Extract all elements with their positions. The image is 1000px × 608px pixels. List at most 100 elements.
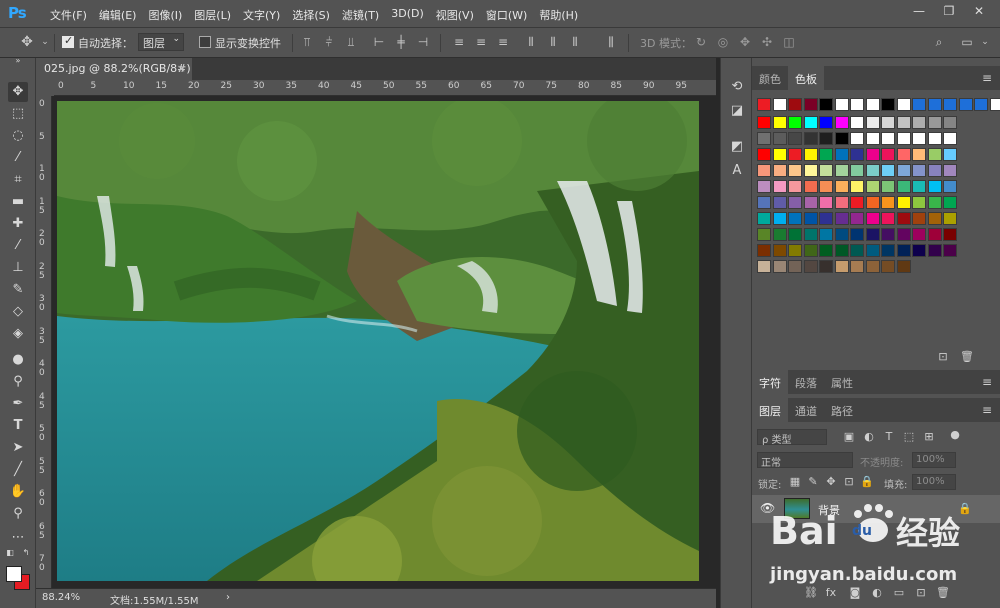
workspace-icon[interactable]: ▭ bbox=[960, 35, 974, 49]
color-swatch[interactable] bbox=[943, 196, 957, 209]
layer-row[interactable]: 👁 背景 🔒 bbox=[752, 495, 1000, 523]
ruler-origin[interactable] bbox=[36, 80, 54, 96]
color-swatch[interactable] bbox=[834, 196, 849, 209]
color-swatch[interactable] bbox=[757, 196, 771, 209]
color-swatch[interactable] bbox=[772, 196, 787, 209]
menu-help[interactable]: 帮助(H) bbox=[533, 7, 584, 23]
color-swatch[interactable] bbox=[865, 260, 880, 273]
color-swatch[interactable] bbox=[912, 228, 926, 241]
filter-shape-icon[interactable]: ⬚ bbox=[902, 430, 916, 444]
color-swatch[interactable] bbox=[850, 260, 864, 273]
auto-align-icon[interactable]: ⫼ bbox=[604, 35, 618, 49]
panel-menu-icon[interactable]: ≡ bbox=[982, 375, 992, 389]
color-swatch[interactable] bbox=[943, 98, 957, 111]
color-swatch[interactable] bbox=[850, 228, 864, 241]
menu-file[interactable]: 文件(F) bbox=[44, 7, 93, 23]
document-tab[interactable]: 025.jpg @ 88.2%(RGB/8#) × bbox=[36, 58, 192, 80]
link-layers-icon[interactable]: ⛓ bbox=[804, 586, 818, 600]
color-swatch[interactable] bbox=[772, 132, 787, 145]
menu-edit[interactable]: 编辑(E) bbox=[93, 7, 143, 23]
color-swatch[interactable] bbox=[834, 132, 849, 145]
filter-adjustment-icon[interactable]: ◐ bbox=[862, 430, 876, 444]
color-swatch[interactable] bbox=[757, 260, 771, 273]
lasso-tool-icon[interactable]: ◌ bbox=[8, 126, 28, 146]
color-swatch[interactable] bbox=[927, 98, 942, 111]
move-tool-icon[interactable]: ✥ bbox=[8, 82, 28, 102]
status-menu-arrow-icon[interactable]: › bbox=[226, 592, 230, 603]
lock-artboard-icon[interactable]: ⊡ bbox=[842, 475, 856, 489]
color-swatch[interactable] bbox=[881, 98, 895, 111]
color-swatch[interactable] bbox=[943, 212, 957, 225]
color-swatch[interactable] bbox=[819, 212, 833, 225]
adjustment-layer-icon[interactable]: ◐ bbox=[870, 586, 884, 600]
layer-filter-dropdown[interactable]: ρ 类型 bbox=[757, 429, 827, 446]
brush-tool-icon[interactable]: ⁄ bbox=[8, 236, 28, 256]
align-vcenter-icon[interactable]: ⫩ bbox=[322, 35, 336, 49]
color-swatch[interactable] bbox=[881, 116, 895, 129]
color-swatch[interactable] bbox=[881, 148, 895, 161]
color-swatch[interactable] bbox=[881, 180, 895, 193]
color-swatch[interactable] bbox=[788, 228, 802, 241]
history-brush-icon[interactable]: ✎ bbox=[8, 280, 28, 300]
color-swatch[interactable] bbox=[819, 164, 833, 177]
color-swatch[interactable] bbox=[912, 196, 926, 209]
type-tool-icon[interactable]: T bbox=[8, 416, 28, 436]
color-swatch[interactable] bbox=[757, 116, 771, 129]
color-swatch[interactable] bbox=[788, 132, 802, 145]
color-swatch[interactable] bbox=[896, 260, 911, 273]
tab-properties[interactable]: 属性 bbox=[824, 370, 860, 394]
visibility-eye-icon[interactable]: 👁 bbox=[760, 501, 775, 515]
color-swatch[interactable] bbox=[865, 228, 880, 241]
color-swatch[interactable] bbox=[865, 98, 880, 111]
color-swatch[interactable] bbox=[834, 98, 849, 111]
foreground-color-swatch[interactable] bbox=[6, 566, 22, 582]
paint-bucket-icon[interactable]: ◈ bbox=[8, 324, 28, 344]
color-swatch[interactable] bbox=[788, 164, 802, 177]
color-swatch[interactable] bbox=[757, 164, 771, 177]
color-swatch[interactable] bbox=[912, 116, 926, 129]
color-swatch[interactable] bbox=[819, 98, 833, 111]
auto-select-checkbox[interactable] bbox=[62, 34, 74, 48]
color-swatch[interactable] bbox=[803, 196, 818, 209]
more-tools-icon[interactable]: ⋯ bbox=[8, 528, 28, 548]
color-swatch[interactable] bbox=[803, 132, 818, 145]
color-swatch[interactable] bbox=[912, 164, 926, 177]
color-swatch[interactable] bbox=[803, 148, 818, 161]
healing-tool-icon[interactable]: ✚ bbox=[8, 214, 28, 234]
color-swatch[interactable] bbox=[819, 116, 833, 129]
color-swatch[interactable] bbox=[834, 244, 849, 257]
color-swatch[interactable] bbox=[896, 196, 911, 209]
color-swatch[interactable] bbox=[881, 132, 895, 145]
color-swatch[interactable] bbox=[865, 164, 880, 177]
color-swatch[interactable] bbox=[881, 228, 895, 241]
color-swatch[interactable] bbox=[757, 98, 771, 111]
color-swatch[interactable] bbox=[896, 116, 911, 129]
color-swatch[interactable] bbox=[974, 98, 988, 111]
color-swatch[interactable] bbox=[819, 228, 833, 241]
quick-select-tool-icon[interactable]: ⁄ bbox=[8, 148, 28, 168]
color-swatch[interactable] bbox=[803, 164, 818, 177]
close-window-button[interactable]: ✕ bbox=[966, 3, 992, 19]
color-swatch[interactable] bbox=[834, 116, 849, 129]
tab-character[interactable]: 字符 bbox=[752, 370, 788, 394]
menu-layer[interactable]: 图层(L) bbox=[188, 7, 237, 23]
color-swatch[interactable] bbox=[834, 148, 849, 161]
menu-3d[interactable]: 3D(D) bbox=[385, 7, 430, 23]
color-swatch[interactable] bbox=[943, 164, 957, 177]
distribute-left-icon[interactable]: ⦀ bbox=[524, 35, 538, 49]
tab-swatches[interactable]: 色板 bbox=[788, 66, 824, 90]
color-swatch[interactable] bbox=[927, 132, 942, 145]
move-tool-icon[interactable]: ✥ bbox=[20, 35, 34, 49]
3d-slide-icon[interactable]: ✣ bbox=[760, 35, 774, 49]
filter-type-icon[interactable]: T bbox=[882, 430, 896, 444]
distribute-right-icon[interactable]: ⦀ bbox=[568, 35, 582, 49]
color-swatch[interactable] bbox=[834, 180, 849, 193]
color-swatch[interactable] bbox=[834, 164, 849, 177]
marquee-tool-icon[interactable]: ⬚ bbox=[8, 104, 28, 124]
color-swatch[interactable] bbox=[772, 180, 787, 193]
color-swatch[interactable] bbox=[927, 164, 942, 177]
dodge-tool-icon[interactable]: ⚲ bbox=[8, 372, 28, 392]
tool-preset-chevron-icon[interactable]: ⌄ bbox=[38, 35, 52, 49]
horizontal-ruler[interactable]: 0 5 10 15 20 25 30 35 40 45 50 55 60 65 70 75 80 85 90 95 bbox=[54, 80, 716, 96]
color-swatch[interactable] bbox=[772, 228, 787, 241]
